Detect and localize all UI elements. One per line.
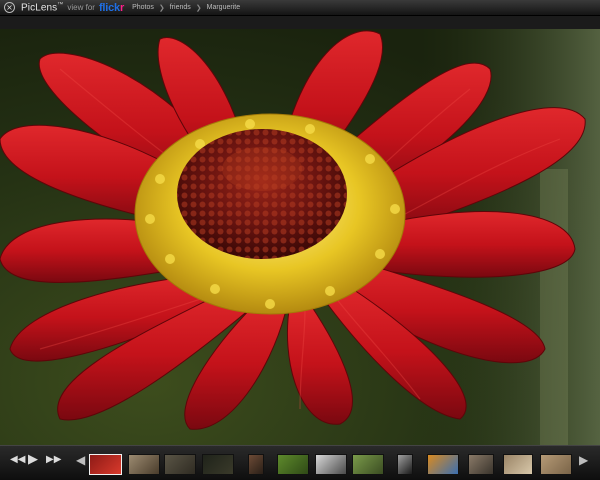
thumbnail-dark-macro[interactable] [202,454,234,475]
thumbnail-black-and-white[interactable] [397,454,413,475]
thumbnail-orange-butterfly[interactable] [427,454,459,475]
sub-bar [0,16,600,30]
thumbnail-green-leaf-bug[interactable] [277,454,309,475]
thumbnail-white-flower[interactable] [315,454,347,475]
breadcrumb-photos[interactable]: Photos [132,4,154,11]
thumbnail-insect[interactable] [128,454,160,475]
rewind-icon[interactable]: ◀◀ [10,455,25,465]
thumbnail-red-daisy[interactable] [89,454,122,475]
thumbnail-portrait[interactable] [248,454,264,475]
chevron-right-icon[interactable]: ▶ [579,454,588,466]
thumbnail-bug-on-ground[interactable] [164,454,196,475]
piclens-viewer: × PicLens™ view for flickr Photos ❯ frie… [0,0,600,480]
thumbnail-boxes[interactable] [503,454,533,475]
brand-name: PicLens™ [21,1,64,14]
top-bar: × PicLens™ view for flickr Photos ❯ frie… [0,0,600,16]
thumbnail-mechanical-object[interactable] [468,454,494,475]
breadcrumb: Photos ❯ friends ❯ Marguerite [132,4,240,12]
chevron-right-icon: ❯ [195,4,202,12]
play-icon[interactable]: ▶ [28,453,38,466]
chevron-right-icon: ❯ [158,4,165,12]
thumbnail-beetle-on-leaf[interactable] [352,454,384,475]
breadcrumb-marguerite[interactable]: Marguerite [207,4,240,11]
close-icon[interactable]: × [4,2,15,13]
thumbnail-wood-texture[interactable] [540,454,572,475]
flower-image [0,29,600,445]
chevron-left-icon[interactable]: ◀ [76,454,85,466]
view-for-label: view for [67,3,95,12]
flickr-logo: flickr [98,1,125,14]
fast-forward-icon[interactable]: ▶▶ [46,455,61,465]
main-photo[interactable] [0,29,600,445]
breadcrumb-friends[interactable]: friends [170,4,191,11]
filmstrip-bar: ◀◀ ▶ ▶▶ ◀ ▶ [0,445,600,480]
